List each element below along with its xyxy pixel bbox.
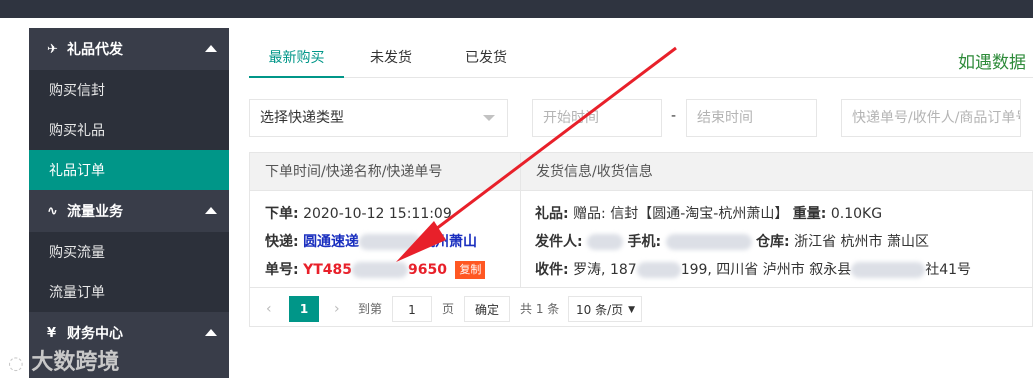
order-time-label: 下单: [265, 206, 299, 222]
goto-page-input[interactable]: 1 [392, 296, 432, 322]
receiver-address-tail: 社41号 [925, 262, 972, 278]
page-1-button[interactable]: 1 [289, 296, 319, 322]
receiver-value: 罗涛, 187 [573, 262, 637, 278]
gift-value: 赠品: 信封【圆通-淘宝-杭州萧山】 [573, 206, 789, 222]
receiver-line: 收件: 罗涛, 187 199, 四川省 泸州市 叙永县 社41号 [535, 259, 971, 279]
tab-shipped[interactable]: 已发货 [447, 38, 525, 78]
tracking-number: YT485 [303, 262, 352, 278]
express-type-value: 选择快递类型 [260, 110, 344, 126]
sidebar-section-label: 财务中心 [67, 326, 123, 342]
redacted-blur [665, 234, 752, 250]
column-header-shipping: 发货信息/收货信息 [536, 164, 653, 180]
sidebar-item-traffic-orders[interactable]: 流量订单 [29, 272, 229, 312]
gift-line: 礼品: 赠品: 信封【圆通-淘宝-杭州萧山】 重量: 0.10KG [535, 203, 882, 223]
caret-up-icon [205, 45, 217, 52]
order-tabs: 最新购买 未发货 已发货 [249, 38, 1033, 78]
express-line: 快递: 圆通速递 杭州萧山 [265, 231, 477, 251]
next-page-button[interactable]: › [334, 296, 340, 322]
date-separator: - [671, 108, 677, 124]
redacted-blur [851, 262, 926, 278]
column-header-order: 下单时间/快递名称/快递单号 [265, 164, 443, 180]
express-name-link-tail[interactable]: 杭州萧山 [421, 234, 477, 250]
sidebar-item-buy-traffic[interactable]: 购买流量 [29, 232, 229, 272]
tracking-line: 单号: YT485 9650 复制 [265, 259, 486, 279]
watermark-icon: ◌ [8, 353, 24, 374]
receiver-address: 199, 四川省 泸州市 叙永县 [680, 262, 852, 278]
warehouse-label: 仓库: [756, 234, 790, 250]
top-bar [0, 0, 1033, 18]
sender-label: 发件人: [535, 234, 583, 250]
sidebar-item-gift-orders[interactable]: 礼品订单 [29, 150, 229, 190]
tracking-label: 单号: [265, 262, 299, 278]
page-unit-label: 页 [442, 302, 455, 316]
gift-label: 礼品: [535, 206, 569, 222]
goto-label: 到第 [358, 302, 383, 316]
tab-unshipped[interactable]: 未发货 [352, 38, 430, 78]
weight-label: 重量: [792, 206, 827, 222]
caret-up-icon [205, 207, 217, 214]
express-name-link[interactable]: 圆通速递 [303, 234, 359, 250]
phone-label: 手机: [627, 234, 662, 250]
redacted-blur [636, 262, 681, 278]
sidebar-section-traffic[interactable]: ∿ 流量业务 [29, 190, 229, 232]
goto-confirm-button[interactable]: 确定 [464, 296, 510, 322]
sidebar: ✈ 礼品代发 购买信封 购买礼品 礼品订单 ∿ 流量业务 购买流量 流量订单 ¥… [29, 28, 229, 378]
total-count: 共 1 条 [520, 302, 560, 316]
pagination: ‹ 1 › 到第 1 页 确定 共 1 条 10 条/页 ▼ [250, 287, 1033, 328]
column-divider [520, 153, 521, 287]
end-time-input[interactable]: 结束时间 [686, 99, 817, 137]
sidebar-item-buy-gift[interactable]: 购买礼品 [29, 110, 229, 150]
pulse-icon: ∿ [47, 203, 58, 219]
redacted-blur [359, 234, 422, 250]
order-time-value: 2020-10-12 15:11:09 [303, 206, 452, 222]
table-header: 下单时间/快递名称/快递单号 发货信息/收货信息 [250, 153, 1033, 191]
sidebar-item-buy-envelope[interactable]: 购买信封 [29, 70, 229, 110]
orders-table: 下单时间/快递名称/快递单号 发货信息/收货信息 下单: 2020-10-12 … [249, 152, 1033, 327]
sidebar-section-label: 流量业务 [67, 204, 123, 220]
sender-line: 发件人: 手机: 仓库: 浙江省 杭州市 萧山区 [535, 231, 929, 251]
send-icon: ✈ [47, 41, 58, 57]
weight-value: 0.10KG [830, 206, 883, 222]
yen-icon: ¥ [47, 325, 57, 341]
chevron-down-icon [483, 115, 495, 121]
search-input[interactable]: 快递单号/收件人/商品订单号 [841, 99, 1021, 137]
warehouse-value: 浙江省 杭州市 萧山区 [794, 234, 929, 250]
receiver-label: 收件: [535, 262, 569, 278]
watermark-text: 大数跨境 [31, 350, 120, 375]
page-size-value: 10 条/页 [576, 303, 624, 317]
redacted-blur [587, 234, 624, 250]
start-time-input[interactable]: 开始时间 [532, 99, 662, 137]
notice-text: 如遇数据 [958, 53, 1026, 73]
caret-down-icon: ▼ [628, 305, 635, 315]
watermark-logo: ◌ 大数跨境 [8, 344, 119, 376]
caret-up-icon [205, 329, 217, 336]
page-size-select[interactable]: 10 条/页 ▼ [568, 296, 642, 322]
prev-page-button[interactable]: ‹ [266, 296, 272, 322]
order-time-line: 下单: 2020-10-12 15:11:09 [265, 203, 452, 223]
sidebar-section-label: 礼品代发 [67, 42, 123, 58]
sidebar-section-gift[interactable]: ✈ 礼品代发 [29, 28, 229, 70]
express-type-select[interactable]: 选择快递类型 [249, 99, 508, 137]
express-label: 快递: [265, 234, 299, 250]
tab-latest[interactable]: 最新购买 [249, 38, 344, 78]
tracking-number-tail: 9650 [407, 262, 447, 278]
copy-button[interactable]: 复制 [455, 261, 486, 279]
redacted-blur [351, 262, 408, 278]
